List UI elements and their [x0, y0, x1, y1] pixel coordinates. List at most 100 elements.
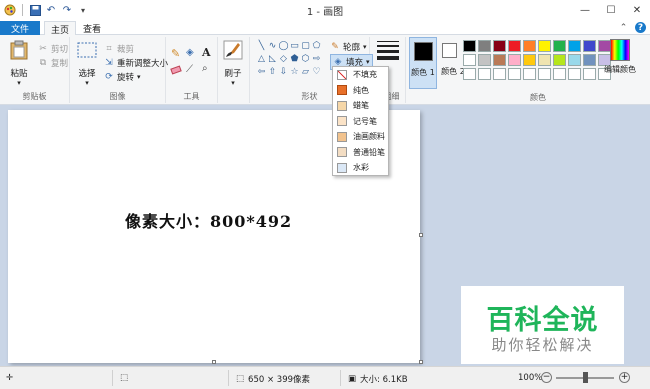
paste-button[interactable]: 粘贴 ▾ — [8, 39, 30, 87]
palette-swatch[interactable] — [553, 68, 566, 80]
triangle-shape-icon[interactable]: △ — [256, 53, 267, 64]
palette-swatch[interactable] — [463, 54, 476, 66]
text-icon[interactable]: A — [202, 46, 211, 59]
close-button[interactable]: ✕ — [624, 0, 650, 20]
heart-shape-icon[interactable]: ♡ — [311, 66, 322, 77]
palette-swatch[interactable] — [523, 40, 536, 52]
color1-swatch — [414, 42, 433, 61]
redo-icon[interactable]: ↷ — [61, 4, 73, 16]
select-button[interactable]: 选择 ▾ — [76, 39, 98, 87]
palette-swatch[interactable] — [478, 40, 491, 52]
help-icon[interactable]: ? — [635, 22, 646, 33]
rotate-button[interactable]: ⟳ 旋转 ▾ — [104, 71, 140, 83]
resize-handle-corner[interactable] — [419, 360, 423, 364]
diamond-shape-icon[interactable]: ◇ — [278, 53, 289, 64]
fill-menu-item[interactable]: 记号笔 — [333, 114, 388, 130]
palette-swatch[interactable] — [478, 54, 491, 66]
palette-swatch[interactable] — [538, 54, 551, 66]
maximize-button[interactable]: ☐ — [598, 0, 624, 20]
palette-swatch[interactable] — [568, 40, 581, 52]
undo-icon[interactable]: ↶ — [45, 4, 57, 16]
collapse-ribbon-icon[interactable]: ⌃ — [618, 22, 629, 33]
paint-app-icon[interactable] — [4, 4, 16, 16]
palette-swatch[interactable] — [523, 54, 536, 66]
pencil-icon[interactable]: ✎ — [171, 47, 180, 60]
palette-swatch[interactable] — [493, 40, 506, 52]
palette-swatch[interactable] — [523, 68, 536, 80]
color-picker-icon[interactable]: ⟋ — [186, 64, 193, 75]
save-icon[interactable] — [29, 4, 41, 16]
file-size: ▣ 大小: 6.1KB — [348, 373, 408, 385]
rectangle-shape-icon[interactable]: ▭ — [289, 40, 300, 51]
qat-dropdown-icon[interactable]: ▾ — [77, 4, 89, 16]
up-arrow-shape-icon[interactable]: ⇧ — [267, 66, 278, 77]
rounded-rectangle-shape-icon[interactable]: ▢ — [300, 40, 311, 51]
palette-swatch[interactable] — [493, 68, 506, 80]
palette-swatch[interactable] — [478, 68, 491, 80]
brushes-button[interactable]: 刷子 ▾ — [222, 39, 244, 87]
curve-shape-icon[interactable]: ∿ — [267, 40, 278, 51]
magnifier-icon[interactable]: ⌕ — [202, 63, 208, 74]
palette-swatch[interactable] — [493, 54, 506, 66]
palette-swatch[interactable] — [538, 40, 551, 52]
tab-home[interactable]: 主页 — [44, 21, 76, 36]
fill-style-icon — [337, 131, 347, 142]
fill-menu-item[interactable]: 蜡笔 — [333, 98, 388, 114]
dimensions-icon: ⬚ — [236, 374, 245, 384]
resize-handle-right[interactable] — [419, 233, 423, 237]
palette-swatch[interactable] — [583, 40, 596, 52]
left-arrow-shape-icon[interactable]: ⇦ — [256, 66, 267, 77]
fill-bucket-icon[interactable]: ◈ — [186, 47, 194, 58]
edit-colors-button[interactable]: 编辑颜色 — [602, 39, 638, 75]
palette-swatch[interactable] — [508, 68, 521, 80]
palette-swatch[interactable] — [553, 40, 566, 52]
palette-swatch[interactable] — [463, 40, 476, 52]
palette-swatch[interactable] — [463, 68, 476, 80]
copy-label: 复制 — [51, 59, 69, 69]
right-triangle-shape-icon[interactable]: ◺ — [267, 53, 278, 64]
color2-button[interactable]: 颜色 2 — [439, 37, 465, 89]
copy-button[interactable]: ⧉ 复制 — [38, 57, 68, 69]
color1-button[interactable]: 颜色 1 — [409, 37, 437, 89]
status-separator — [340, 370, 341, 386]
eraser-icon[interactable] — [170, 65, 182, 75]
right-arrow-shape-icon[interactable]: ⇨ — [311, 53, 322, 64]
palette-swatch[interactable] — [538, 68, 551, 80]
palette-swatch[interactable] — [553, 54, 566, 66]
cut-button[interactable]: ✂ 剪切 — [38, 43, 68, 55]
polygon-shape-icon[interactable]: ⬠ — [311, 40, 322, 51]
resize-button[interactable]: ⇲ 重新调整大小 — [104, 57, 168, 69]
palette-swatch[interactable] — [583, 68, 596, 80]
zoom-in-button[interactable]: + — [619, 372, 630, 383]
palette-swatch[interactable] — [583, 54, 596, 66]
pentagon-shape-icon[interactable]: ⬟ — [289, 53, 300, 64]
resize-handle-bottom[interactable] — [212, 360, 216, 364]
oval-shape-icon[interactable]: ◯ — [278, 40, 289, 51]
palette-swatch[interactable] — [508, 54, 521, 66]
select-rectangle-icon — [76, 39, 98, 61]
palette-swatch[interactable] — [568, 68, 581, 80]
fill-menu-item[interactable]: 水彩 — [333, 160, 388, 176]
outline-button[interactable]: ✎ 轮廓 ▾ — [330, 41, 366, 53]
fill-menu-item[interactable]: 纯色 — [333, 83, 388, 99]
tab-file[interactable]: 文件 — [0, 21, 40, 35]
down-arrow-shape-icon[interactable]: ⇩ — [278, 66, 289, 77]
star-shape-icon[interactable]: ☆ — [289, 66, 300, 77]
crop-button[interactable]: ⌗ 裁剪 — [104, 43, 134, 55]
paste-dropdown-icon[interactable]: ▾ — [17, 79, 21, 87]
minimize-button[interactable]: — — [572, 0, 598, 20]
select-dropdown-icon[interactable]: ▾ — [85, 79, 89, 87]
line-shape-icon[interactable]: ╲ — [256, 40, 267, 51]
zoom-out-button[interactable]: − — [541, 372, 552, 383]
palette-swatch[interactable] — [568, 54, 581, 66]
hexagon-shape-icon[interactable]: ⬡ — [300, 53, 311, 64]
palette-swatch[interactable] — [508, 40, 521, 52]
fill-menu-item[interactable]: 普通铅笔 — [333, 145, 388, 161]
zoom-slider-thumb[interactable] — [583, 372, 588, 383]
size-button[interactable] — [377, 41, 399, 63]
callout-shape-icon[interactable]: ▱ — [300, 66, 311, 77]
fill-menu-item[interactable]: 不填充 — [333, 67, 388, 83]
fill-menu-item[interactable]: 油画颜料 — [333, 129, 388, 145]
stroke-thick — [377, 50, 399, 53]
tab-view[interactable]: 查看 — [80, 21, 104, 35]
